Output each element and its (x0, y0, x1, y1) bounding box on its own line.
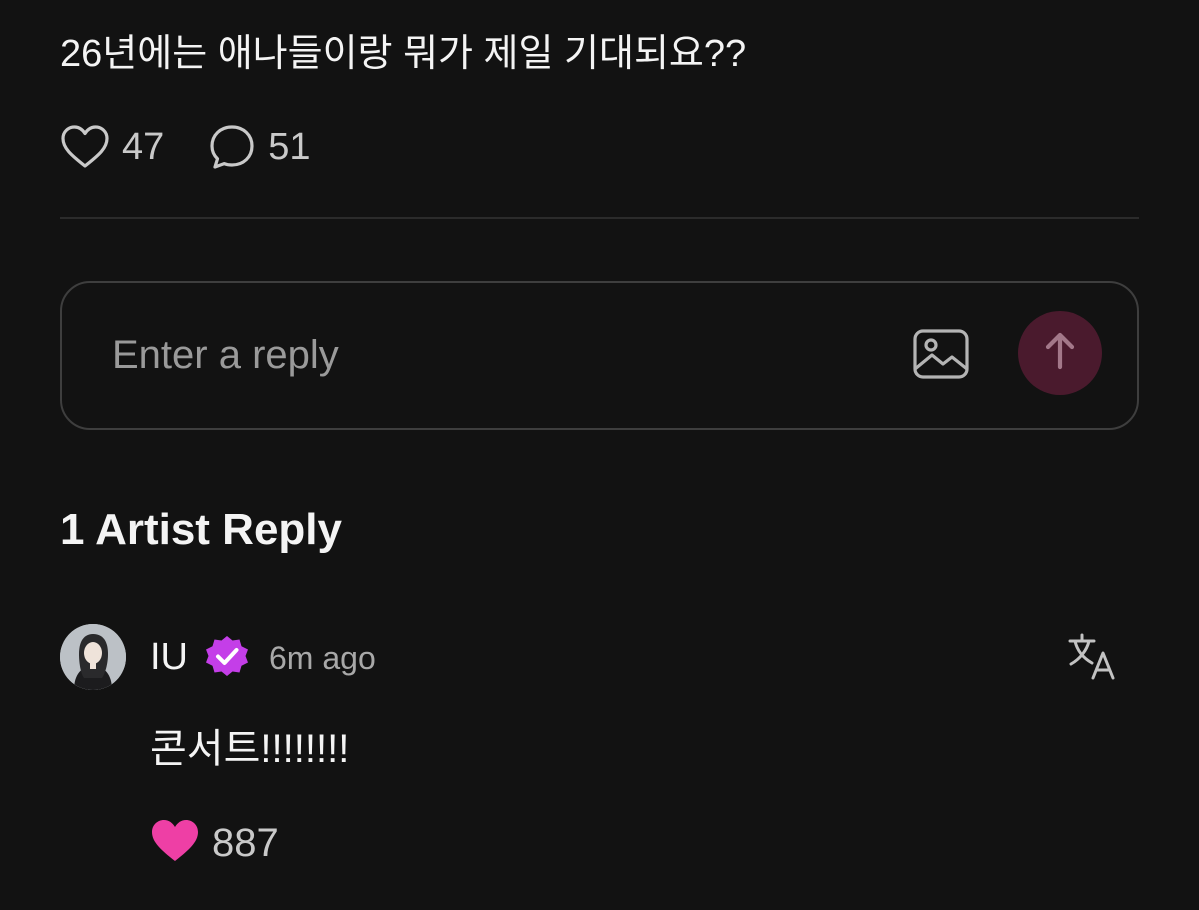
send-button[interactable] (1018, 311, 1102, 395)
artist-replies-title: 1 Artist Reply (60, 505, 343, 554)
post-stats: 47 51 (60, 122, 311, 172)
like-button[interactable]: 47 (60, 122, 164, 172)
like-count: 47 (122, 126, 165, 168)
reply-like-count: 887 (212, 821, 279, 865)
reply-box (60, 281, 1139, 430)
post-text: 26년에는 애나들이랑 뭐가 제일 기대되요?? (60, 33, 747, 75)
author-name[interactable]: IU (150, 632, 188, 682)
avatar[interactable] (60, 624, 126, 690)
reply-like-button[interactable]: 887 (150, 816, 279, 870)
comment-count: 51 (268, 126, 311, 168)
reply-input[interactable] (112, 327, 872, 383)
reply-text: 콘서트!!!!!!!! (150, 727, 350, 771)
translate-button[interactable] (1066, 630, 1120, 684)
comment-button[interactable]: 51 (208, 122, 311, 172)
comment-icon (208, 123, 256, 171)
attach-image-button[interactable] (912, 327, 970, 383)
image-icon (912, 329, 970, 387)
arrow-up-icon (1042, 331, 1078, 376)
heart-icon (60, 124, 110, 170)
reply-time: 6m ago (269, 640, 376, 676)
verified-icon (203, 632, 251, 680)
divider (60, 217, 1139, 219)
translate-icon (1066, 633, 1120, 688)
heart-icon (150, 818, 200, 869)
